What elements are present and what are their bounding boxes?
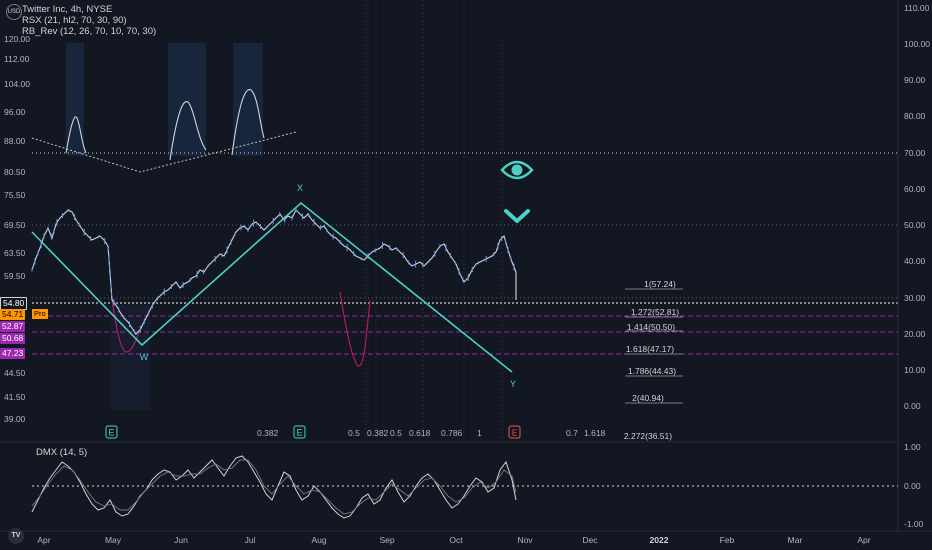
dmx-tick-label: -1.00 bbox=[904, 519, 924, 529]
svg-text:E: E bbox=[296, 428, 302, 438]
ratio-label: 0.382 bbox=[257, 428, 279, 438]
price-tick-label: 120.00 bbox=[4, 34, 30, 44]
time-tick-label: May bbox=[104, 535, 122, 545]
time-tick-label: Apr bbox=[37, 535, 51, 545]
pro-tag: Pro bbox=[32, 309, 48, 319]
time-tick-label: Jun bbox=[174, 535, 188, 545]
fib-label: 1.618(47.17) bbox=[626, 344, 674, 354]
chart-canvas[interactable]: X W Y 1(57.24) 1.272(52.81) 1.414(50.50)… bbox=[0, 0, 932, 550]
price-series bbox=[31, 209, 517, 335]
osc-tick-label: 40.00 bbox=[904, 256, 926, 266]
price-tick-label: 104.00 bbox=[4, 79, 30, 89]
price-tick-label: 112.00 bbox=[4, 54, 30, 64]
eye-icon[interactable] bbox=[500, 160, 534, 180]
time-tick-label: 2022 bbox=[649, 535, 669, 545]
time-tick-label: Aug bbox=[311, 535, 327, 545]
price-tick-label: 54.71 bbox=[0, 309, 26, 320]
wave-label-y: Y bbox=[510, 379, 516, 389]
dmx-legend[interactable]: DMX (14, 5) bbox=[36, 447, 87, 458]
wave-label-w: W bbox=[140, 352, 149, 362]
earnings-marker[interactable]: E bbox=[293, 425, 306, 439]
osc-tick-label: 100.00 bbox=[904, 39, 930, 49]
fib-label: 1(57.24) bbox=[644, 279, 676, 289]
osc-tick-label: 20.00 bbox=[904, 329, 926, 339]
price-tick-label: 47.23 bbox=[0, 348, 26, 359]
price-tick-label: 80.50 bbox=[4, 167, 26, 177]
osc-tick-label: 10.00 bbox=[904, 365, 926, 375]
price-tick-label: 59.50 bbox=[4, 271, 26, 281]
ratio-label: 0.786 bbox=[441, 428, 463, 438]
time-tick-label: Mar bbox=[787, 535, 803, 545]
fib-label: 1.786(44.43) bbox=[628, 366, 676, 376]
svg-text:E: E bbox=[108, 428, 114, 438]
osc-tick-label: 0.00 bbox=[904, 401, 921, 411]
price-tick-label: 69.50 bbox=[4, 220, 26, 230]
zone-highlight bbox=[233, 43, 263, 156]
fib-label: 1.414(50.50) bbox=[627, 322, 675, 332]
ratio-label: 1.618 bbox=[584, 428, 606, 438]
vertical-guides bbox=[365, 0, 503, 440]
indicator-rbrev[interactable]: RB_Rev (12, 26, 70, 10, 70, 30) bbox=[22, 26, 156, 37]
osc-tick-label: 30.00 bbox=[904, 293, 926, 303]
chart-legend: Twitter Inc, 4h, NYSE RSX (21, hl2, 70, … bbox=[22, 4, 156, 37]
time-axis[interactable]: Apr May Jun Jul Aug Sep Oct Nov Dec 2022 Feb Mar Apr bbox=[0, 531, 898, 550]
price-tick-label: 52.87 bbox=[0, 321, 26, 332]
price-axis[interactable]: 120.00 112.00 104.00 96.00 88.00 80.50 75.50 69… bbox=[0, 0, 32, 440]
dmx-line bbox=[31, 455, 517, 519]
fib-label: 2(40.94) bbox=[632, 393, 664, 403]
osc-tick-label: 90.00 bbox=[904, 75, 926, 85]
price-tick-label: 88.00 bbox=[4, 136, 26, 146]
time-tick-label: Apr bbox=[857, 535, 871, 545]
osc-tick-label: 80.00 bbox=[904, 111, 926, 121]
osc-tick-label: 70.00 bbox=[904, 148, 926, 158]
price-tick-label: 44.50 bbox=[4, 368, 26, 378]
ratio-label: 0.7 bbox=[566, 428, 578, 438]
indicator-rsx[interactable]: RSX (21, hl2, 70, 30, 90) bbox=[22, 15, 156, 26]
price-tick-label: 50.68 bbox=[0, 333, 26, 344]
symbol-line[interactable]: Twitter Inc, 4h, NYSE bbox=[22, 4, 156, 15]
time-tick-label: Nov bbox=[517, 535, 533, 545]
ratio-label: 0.618 bbox=[409, 428, 431, 438]
dmx-tick-label: 0.00 bbox=[904, 481, 921, 491]
oscillator-axis[interactable]: 110.00 100.00 90.00 80.00 70.00 60.00 50.00 40.… bbox=[898, 0, 932, 531]
time-tick-label: Dec bbox=[582, 535, 598, 545]
price-tick-label: 39.00 bbox=[4, 414, 26, 424]
time-tick-label: Feb bbox=[719, 535, 735, 545]
chevron-down-icon[interactable] bbox=[504, 209, 530, 223]
time-tick-label: Oct bbox=[449, 535, 463, 545]
time-tick-label: Jul bbox=[244, 535, 256, 545]
price-tick-label: 75.50 bbox=[4, 190, 26, 200]
ratio-label: 0.5 bbox=[348, 428, 360, 438]
price-tick-label: 63.50 bbox=[4, 248, 26, 258]
osc-tick-label: 60.00 bbox=[904, 184, 926, 194]
earnings-marker[interactable]: E bbox=[105, 425, 118, 439]
fib-label: 1.272(52.81) bbox=[631, 307, 679, 317]
wave-label-x: X bbox=[297, 183, 303, 193]
dmx-signal-line bbox=[31, 459, 517, 515]
time-tick-label: Sep bbox=[379, 535, 395, 545]
svg-text:E: E bbox=[512, 429, 517, 438]
osc-tick-label: 110.00 bbox=[904, 3, 930, 13]
ratio-label: 1 bbox=[477, 428, 482, 438]
price-tick-label: 96.00 bbox=[4, 107, 26, 117]
fib-label: 2.272(36.51) bbox=[624, 431, 672, 441]
price-tick-label: 41.50 bbox=[4, 392, 26, 402]
ratio-label: 0.5 bbox=[390, 428, 402, 438]
dmx-tick-label: 1.00 bbox=[904, 442, 921, 452]
earnings-marker-upcoming[interactable]: E bbox=[508, 425, 521, 439]
wave-lines bbox=[31, 201, 513, 373]
ratio-label: 0.382 bbox=[367, 428, 389, 438]
osc-tick-label: 50.00 bbox=[904, 220, 926, 230]
